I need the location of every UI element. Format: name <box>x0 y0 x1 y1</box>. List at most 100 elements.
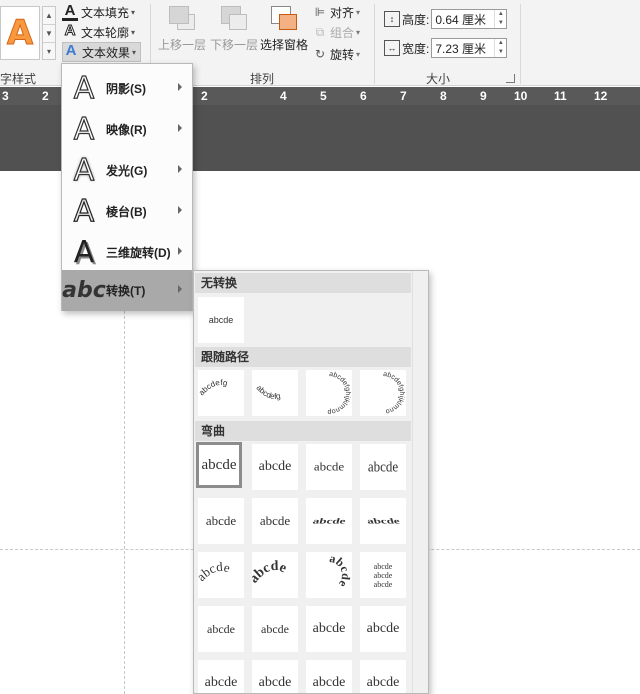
bring-forward-label: 上移一层 <box>157 38 206 52</box>
wordart-gallery-scroll[interactable]: ▲ ▼ ▾ <box>42 6 56 60</box>
arrange-group-label: 排列 <box>250 72 275 86</box>
tile-sample-text: abcde <box>204 675 238 690</box>
3d-rotation-icon: A <box>73 234 95 270</box>
scroll-down-icon[interactable]: ▼ <box>43 25 55 43</box>
ruler-number: 9 <box>480 89 487 103</box>
warp-circle-icon: abcde <box>328 552 352 590</box>
chevron-right-icon <box>178 83 182 91</box>
rotate-icon: ↻ <box>314 47 326 61</box>
text-fill-label: 文本填充 <box>81 5 130 20</box>
wordart-group-label: 字样式 <box>0 72 37 86</box>
glow-icon: A <box>73 152 95 188</box>
warp-deflate-tile[interactable]: abcde <box>360 660 406 693</box>
text-effects-label: 文本效果 <box>82 45 131 60</box>
svg-text:abcdefg: abcdefg <box>198 378 228 397</box>
send-backward-button[interactable]: 下移一层 <box>208 6 260 56</box>
tile-sample-text: abcde <box>312 621 346 636</box>
group-label: 组合 <box>330 25 355 40</box>
ruler-number: 12 <box>594 89 608 103</box>
group-icon: ⧉ <box>315 25 325 39</box>
warp-chevron-up-tile[interactable]: abcde <box>198 498 244 544</box>
chevron-right-icon <box>178 206 182 214</box>
text-outline-icon: A <box>64 22 76 39</box>
warp-triangle-down-tile[interactable]: abcde <box>360 444 406 490</box>
tile-sample-text: abcde <box>373 561 393 571</box>
text-fill-icon: A <box>62 3 78 21</box>
warp-inflate-tile[interactable]: abcde <box>306 660 352 693</box>
shadow-icon: A <box>73 70 95 106</box>
warp-can-up-tile[interactable]: abcde <box>198 606 244 652</box>
smart-guide-vertical <box>124 311 125 694</box>
height-input[interactable]: 0.64 厘米 ▲ ▼ <box>431 9 508 29</box>
text-outline-label: 文本轮廓 <box>81 25 130 40</box>
warp-can-down-tile[interactable]: abcde <box>252 606 298 652</box>
warp-double-wave1-tile[interactable]: abcde <box>198 660 244 693</box>
height-icon: ↕ <box>384 11 400 27</box>
text-outline-button[interactable]: A 文本轮廓 ▾ <box>62 22 135 42</box>
warp-ring-inside-tile[interactable]: abcde <box>306 498 352 544</box>
gallery-more-icon[interactable]: ▾ <box>43 43 55 61</box>
menu-item-shadow[interactable]: A 阴影(S) <box>62 68 192 109</box>
group-button[interactable]: ⧉ 组合 ▾ <box>312 22 360 42</box>
warp-plain-tile[interactable]: abcde <box>196 442 242 488</box>
section-header-no-transform: 无转换 <box>195 273 411 293</box>
send-backward-label: 下移一层 <box>209 38 258 52</box>
tile-sample-text: abcde <box>259 513 291 528</box>
path-circle-tile[interactable]: abcdefghijklmnop <box>306 370 352 416</box>
wordart-style-preview[interactable]: A <box>0 6 40 60</box>
warp-wave2-tile[interactable]: abcde <box>360 606 406 652</box>
scroll-up-icon[interactable]: ▲ <box>43 7 55 25</box>
transform-none-tile[interactable]: abcde <box>198 297 244 343</box>
svg-text:abcdefghijklmno: abcdefghijklmno <box>383 371 405 415</box>
menu-item-bevel[interactable]: A 棱台(B) <box>62 191 192 232</box>
path-arch-down-tile[interactable]: abcdefg <box>252 370 298 416</box>
tile-sample-text: abcde <box>373 570 393 580</box>
align-button[interactable]: ⊫ 对齐 ▾ <box>312 2 360 22</box>
menu-item-label: 发光(G) <box>106 164 148 178</box>
transform-gallery: 无转换 abcde 跟随路径 abcdefg abcdefg abcdefghi… <box>193 270 429 694</box>
spinner-arrows-icon[interactable]: ▲ ▼ <box>494 39 506 57</box>
warp-button-pour-tile[interactable]: abcde abcde abcde <box>360 552 406 598</box>
text-fill-button[interactable]: A 文本填充 ▾ <box>62 2 135 22</box>
rotate-button[interactable]: ↻ 旋转 ▾ <box>312 44 360 64</box>
width-input[interactable]: 7.23 厘米 ▲ ▼ <box>431 38 508 58</box>
svg-text:abcde: abcde <box>252 559 289 586</box>
menu-item-3d-rotation[interactable]: A 三维旋转(D) <box>62 232 192 273</box>
svg-text:abcdefghijklmnop: abcdefghijklmnop <box>327 371 351 415</box>
menu-item-transform[interactable]: abc 转换(T) <box>62 270 192 311</box>
warp-wave1-tile[interactable]: abcde <box>306 606 352 652</box>
rotate-label: 旋转 <box>330 47 355 62</box>
warp-double-wave2-tile[interactable]: abcde <box>252 660 298 693</box>
text-effects-button[interactable]: A 文本效果 ▾ <box>62 42 142 62</box>
chevron-right-icon <box>178 124 182 132</box>
ruler-number: 7 <box>400 89 407 103</box>
tile-sample-text: abcde <box>258 675 292 690</box>
menu-item-label: 转换(T) <box>106 284 146 298</box>
circle-preview-icon: abcdefghijklmnop <box>327 371 351 415</box>
path-arch-up-tile[interactable]: abcdefg <box>198 370 244 416</box>
bevel-icon: A <box>73 193 95 229</box>
width-label: 宽度: <box>402 41 430 56</box>
dialog-launcher-icon[interactable] <box>506 74 515 83</box>
bring-forward-button[interactable]: 上移一层 <box>156 6 208 56</box>
warp-stop-tile[interactable]: abcde <box>252 444 298 490</box>
warp-triangle-up-tile[interactable]: abcde <box>306 444 352 490</box>
warp-arch-up-pour-tile[interactable]: abcde <box>252 552 298 598</box>
menu-item-glow[interactable]: A 发光(G) <box>62 150 192 191</box>
width-icon: ↔ <box>384 40 400 56</box>
warp-chevron-down-tile[interactable]: abcde <box>252 498 298 544</box>
warp-circle-tile[interactable]: abcde <box>306 552 352 598</box>
warp-ring-outside-tile[interactable]: abcde <box>360 498 406 544</box>
menu-item-label: 三维旋转(D) <box>106 246 171 260</box>
ruler-number: 5 <box>320 89 327 103</box>
path-button-tile[interactable]: abcdefghijklmno <box>360 370 406 416</box>
gallery-scrollbar[interactable] <box>412 271 428 693</box>
tile-sample-text: abcde <box>313 460 345 473</box>
menu-item-reflection[interactable]: A 映像(R) <box>62 109 192 150</box>
arch-down-preview-icon: abcdefg <box>255 383 282 401</box>
warp-arch-up-tile[interactable]: abcde <box>198 552 244 598</box>
spinner-arrows-icon[interactable]: ▲ ▼ <box>494 10 506 28</box>
chevron-right-icon <box>178 165 182 173</box>
selection-pane-button[interactable]: 选择窗格 <box>258 6 310 56</box>
text-effects-menu: A 阴影(S) A 映像(R) A 发光(G) A 棱台(B) A 三维旋转(D… <box>61 63 193 311</box>
